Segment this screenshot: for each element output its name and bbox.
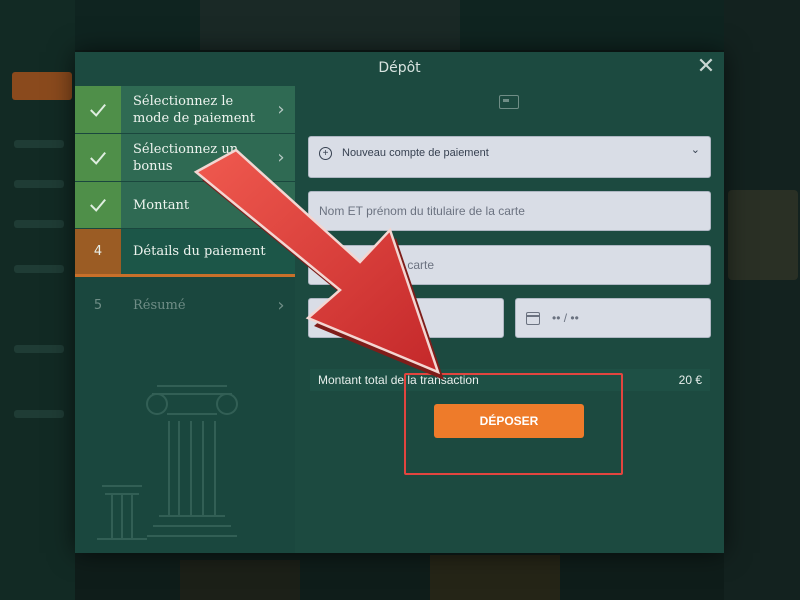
greek-column-illustration xyxy=(97,385,238,540)
total-value: 20 € xyxy=(678,373,702,387)
deposit-button[interactable]: DÉPOSER xyxy=(434,404,584,438)
payment-account-select[interactable]: + Nouveau compte de paiement ⌄ xyxy=(308,136,711,178)
background-sidebar-row xyxy=(14,410,64,418)
background-game-tile xyxy=(430,555,560,600)
step-label: Montant xyxy=(121,182,267,228)
step-label: Sélectionnez un bonus xyxy=(121,134,267,181)
step-number: 4 xyxy=(75,229,121,274)
background-sidebar-row xyxy=(14,140,64,148)
background-sidebar-row xyxy=(14,180,64,188)
step-label: Sélectionnez le mode de paiement xyxy=(121,86,267,133)
step-amount[interactable]: Montant xyxy=(75,182,295,228)
calendar-icon xyxy=(526,311,540,325)
plus-circle-icon: + xyxy=(319,147,332,160)
background-sidebar-row xyxy=(14,265,64,273)
step-status xyxy=(75,182,121,228)
steps-panel: Sélectionnez le mode de paiement › Sélec… xyxy=(75,86,295,553)
payment-account-value: Nouveau compte de paiement xyxy=(342,147,489,159)
cvv-field[interactable] xyxy=(308,298,504,338)
expiry-placeholder: •• / •• xyxy=(552,311,579,325)
step-bonus[interactable]: Sélectionnez un bonus › xyxy=(75,134,295,181)
cardholder-name-field[interactable]: Nom ET prénom du titulaire de la carte xyxy=(308,191,711,231)
step-status xyxy=(75,86,121,133)
chevron-right-icon: › xyxy=(277,294,285,316)
step-number: 5 xyxy=(75,285,121,325)
card-number-field[interactable]: éro de carte xyxy=(308,245,711,285)
cardholder-name-placeholder: Nom ET prénom du titulaire de la carte xyxy=(319,204,525,218)
check-icon xyxy=(90,198,106,212)
expiry-date-field[interactable]: •• / •• xyxy=(515,298,711,338)
step-status xyxy=(75,134,121,181)
step-label: Résumé xyxy=(133,297,186,313)
background-banner xyxy=(200,0,460,50)
close-button[interactable]: ✕ xyxy=(696,56,716,78)
chevron-right-icon: › xyxy=(267,86,295,133)
step-payment-details[interactable]: 4 Détails du paiement xyxy=(75,229,295,277)
background-game-tile xyxy=(180,560,300,600)
chevron-right-icon: › xyxy=(267,134,295,181)
background-sidebar-row xyxy=(14,345,64,353)
step-summary[interactable]: 5 Résumé › xyxy=(75,285,295,325)
background-sidebar-row xyxy=(14,220,64,228)
background-game-tile xyxy=(728,190,798,280)
card-number-placeholder: éro de carte xyxy=(370,258,435,272)
check-icon xyxy=(90,103,106,117)
check-icon xyxy=(90,151,106,165)
chevron-down-icon: ⌄ xyxy=(690,144,700,156)
background-orange-button xyxy=(12,72,72,100)
chevron-right-icon xyxy=(267,182,295,228)
modal-title: Dépôt xyxy=(378,60,421,76)
step-payment-method[interactable]: Sélectionnez le mode de paiement › xyxy=(75,86,295,133)
deposit-modal: Dépôt ✕ Sélectionnez le mode de paiement… xyxy=(75,52,724,553)
step-label: Détails du paiement xyxy=(121,229,267,274)
credit-card-icon xyxy=(499,95,519,109)
background-right-column xyxy=(724,0,800,600)
